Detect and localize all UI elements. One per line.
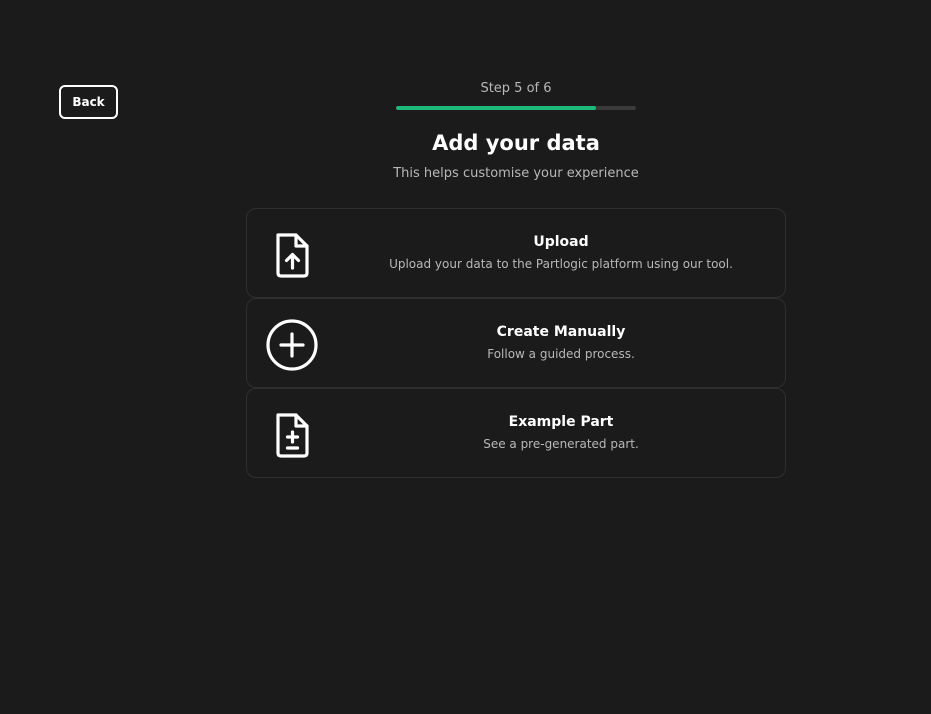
- option-title: Create Manually: [496, 324, 626, 340]
- file-plus-minus-icon: [264, 407, 320, 463]
- option-description: See a pre-generated part.: [483, 437, 639, 451]
- step-indicator: Step 5 of 6: [480, 81, 552, 96]
- example-part-option[interactable]: Example Part See a pre-generated part.: [246, 388, 786, 478]
- option-description: Upload your data to the Partlogic platfo…: [389, 257, 733, 271]
- back-button[interactable]: Back: [59, 85, 118, 119]
- page-title: Add your data: [432, 131, 600, 155]
- plus-circle-icon: [264, 317, 320, 373]
- page-subtitle: This helps customise your experience: [393, 166, 639, 181]
- progress-bar: [396, 106, 636, 110]
- data-options-list: Upload Upload your data to the Partlogic…: [246, 208, 786, 478]
- option-title: Upload: [533, 234, 589, 250]
- file-upload-icon: [264, 227, 320, 283]
- create-manually-option[interactable]: Create Manually Follow a guided process.: [246, 298, 786, 388]
- progress-bar-fill: [396, 106, 596, 110]
- option-description: Follow a guided process.: [487, 347, 635, 361]
- option-title: Example Part: [508, 414, 614, 430]
- upload-option[interactable]: Upload Upload your data to the Partlogic…: [246, 208, 786, 298]
